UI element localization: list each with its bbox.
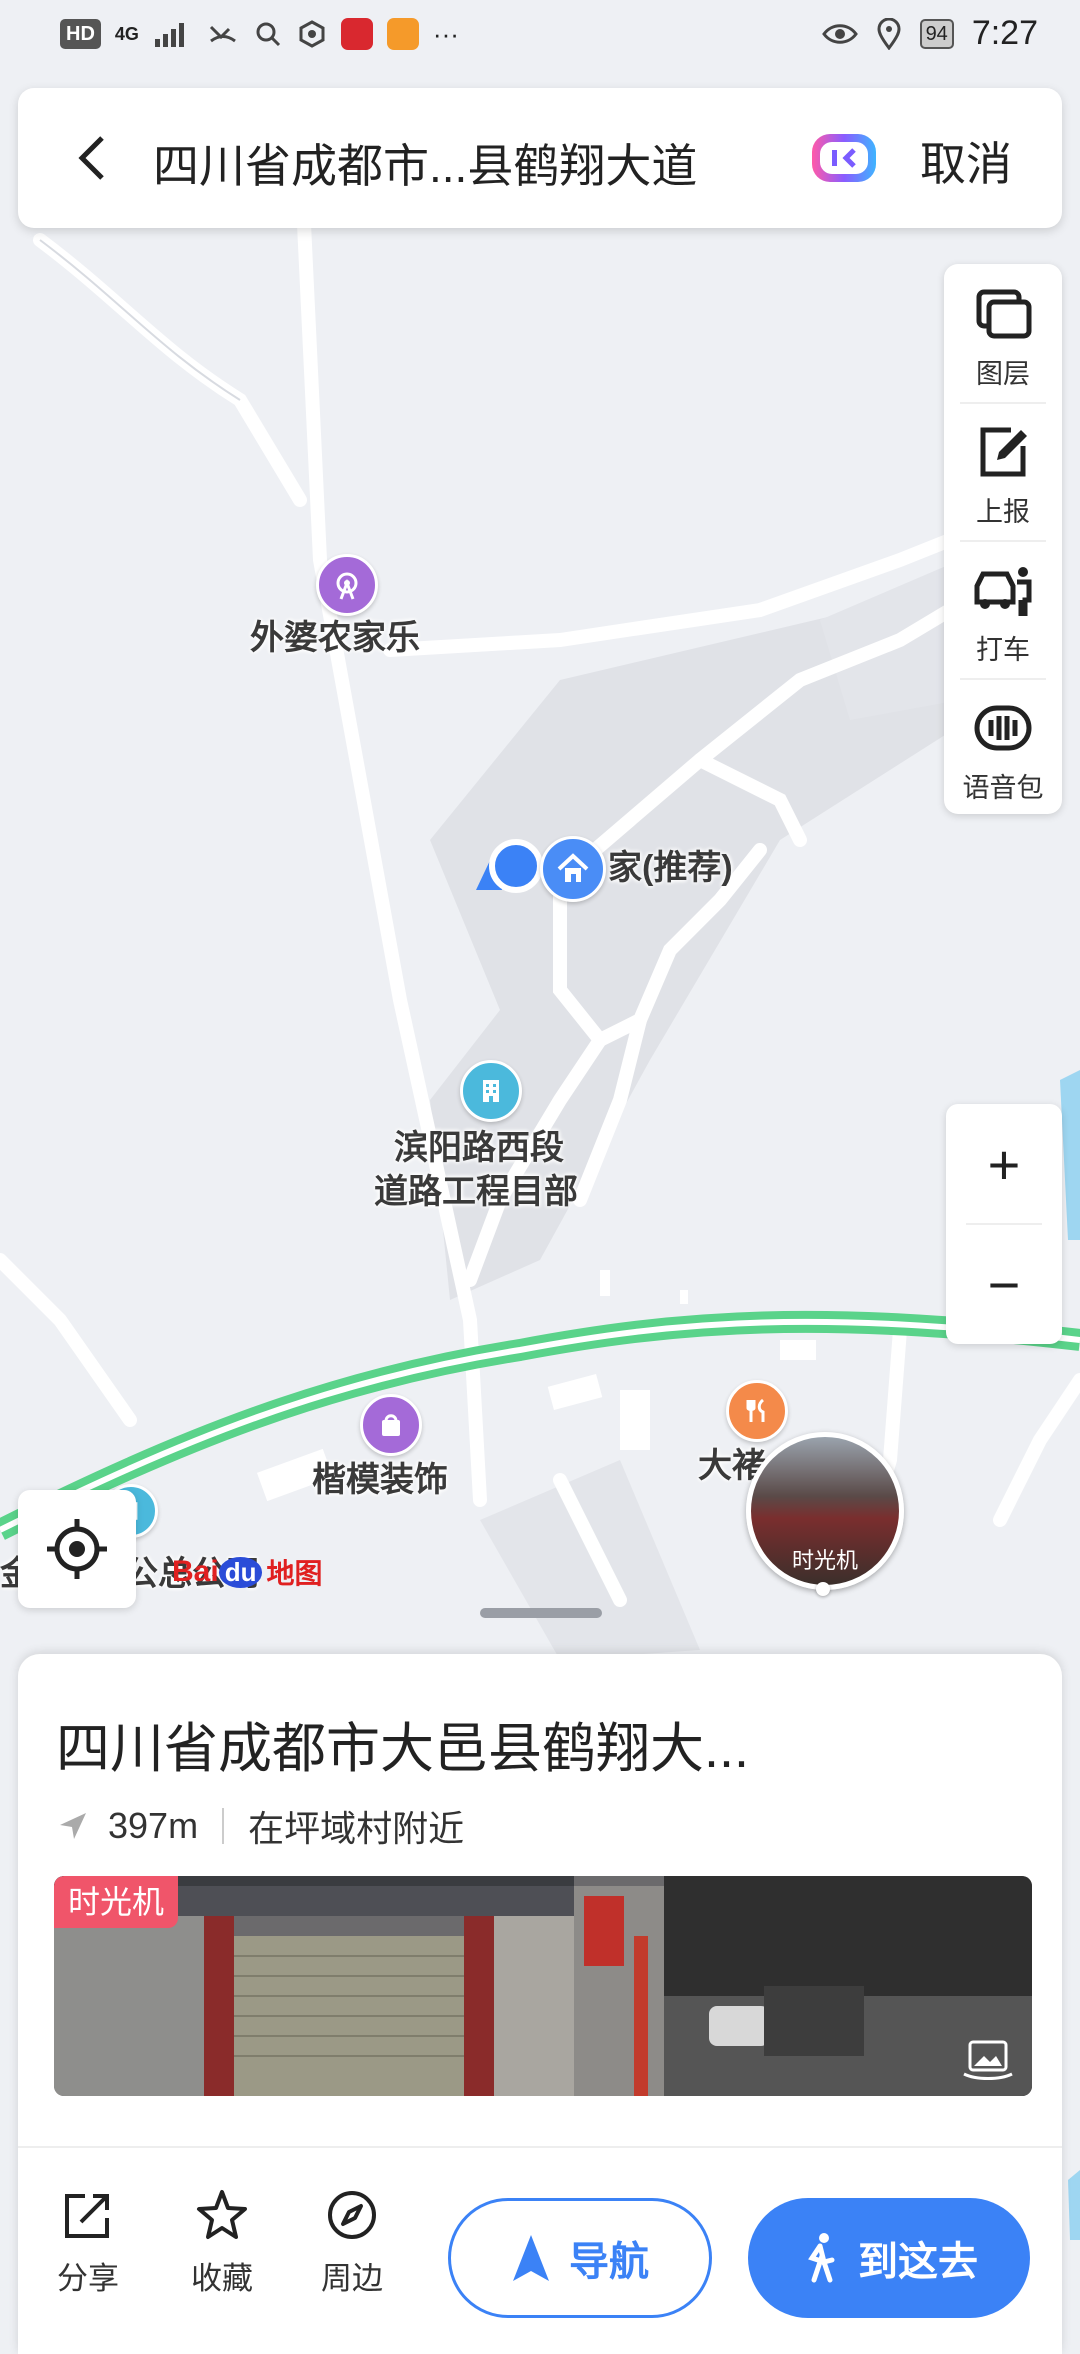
navigation-arrow-icon — [513, 2235, 549, 2281]
poi-marker-binyang[interactable] — [460, 1060, 522, 1122]
taxi-icon — [974, 567, 1032, 616]
map-tools-panel: 图层 上报 打车 语音包 — [944, 264, 1062, 814]
nearby-label: 周边 — [321, 2261, 383, 2296]
tool-layers-label: 图层 — [976, 359, 1030, 389]
gallery-icon[interactable] — [962, 2040, 1014, 2080]
battery-level: 94 — [925, 22, 948, 45]
chevron-left-icon[interactable] — [72, 132, 112, 184]
meta-divider — [222, 1808, 225, 1844]
zoom-in-button[interactable]: + — [946, 1104, 1062, 1224]
place-detail-sheet: 四川省成都市大邑县鹤翔大... 397m 在坪域村附近 时光机 分享 收藏 周边… — [18, 1654, 1062, 2354]
ferris-wheel-icon — [336, 572, 358, 600]
poi-marker-waipo[interactable] — [316, 554, 378, 616]
baidu-map-logo: Bai du 地图 — [172, 1552, 322, 1592]
action-bar: 分享 收藏 周边 导航 到这去 — [18, 2146, 1062, 2318]
locate-me-button[interactable] — [18, 1490, 136, 1608]
tool-taxi[interactable]: 打车 — [944, 540, 1062, 676]
poi-label-binyang-2[interactable]: 道路工程目部 — [374, 1170, 578, 1214]
place-nearby: 在坪域村附近 — [248, 1808, 465, 1849]
cancel-button[interactable]: 取消 — [920, 128, 1012, 194]
network-indicator: 4G — [114, 23, 139, 44]
search-bar: 四川省成都市...县鹤翔大道 取消 — [18, 88, 1062, 228]
status-bar: HD 4G ··· 94 7:27 — [0, 0, 1080, 72]
battery-indicator: 94 — [919, 18, 954, 49]
fork-knife-icon — [746, 1398, 765, 1422]
more-notifications: ··· — [432, 18, 459, 49]
search-title[interactable]: 四川省成都市...县鹤翔大道 — [153, 130, 697, 196]
time-machine-label: 时光机 — [791, 1548, 858, 1573]
report-edit-icon — [980, 427, 1027, 477]
signal-icon — [154, 23, 184, 47]
baidu-logo-bai: Bai — [172, 1555, 219, 1588]
current-location-icon — [476, 839, 543, 893]
layers-icon — [976, 289, 1032, 339]
baidu-logo-ditu: 地图 — [266, 1558, 323, 1589]
street-photo-image — [54, 1876, 1032, 2096]
go-here-label: 到这去 — [858, 2240, 978, 2284]
time-machine-pointer — [816, 1582, 830, 1596]
baidu-logo-paw: du — [218, 1556, 263, 1588]
search-icon — [256, 22, 280, 47]
walking-icon — [808, 2233, 835, 2283]
tool-taxi-label: 打车 — [976, 635, 1030, 665]
share-icon — [65, 2194, 109, 2238]
home-label[interactable]: 家(推荐) — [608, 846, 733, 890]
home-marker[interactable] — [540, 836, 606, 902]
place-distance: 397m — [108, 1805, 199, 1846]
tool-voice-pack[interactable]: 语音包 — [944, 678, 1062, 814]
street-photo[interactable]: 时光机 — [54, 1876, 1032, 2096]
zoom-out-button[interactable]: − — [946, 1224, 1062, 1344]
location-pin-icon — [877, 17, 901, 50]
star-icon — [197, 2190, 247, 2239]
tool-layers[interactable]: 图层 — [944, 264, 1062, 400]
sheet-drag-handle[interactable] — [480, 1608, 602, 1618]
nearby-button[interactable]: 周边 — [302, 2188, 402, 2298]
eye-icon — [821, 23, 858, 44]
time-machine-pin[interactable]: 时光机 — [746, 1432, 904, 1616]
assistant-icon[interactable] — [808, 128, 880, 188]
poi-label-kaimo[interactable]: 楷模装饰 — [312, 1458, 448, 1502]
tool-report[interactable]: 上报 — [944, 402, 1062, 538]
zoom-in-label: + — [987, 1132, 1021, 1196]
share-button[interactable]: 分享 — [38, 2188, 138, 2298]
navigate-button[interactable]: 导航 — [448, 2198, 712, 2318]
building-icon — [483, 1080, 499, 1102]
clock: 7:27 — [971, 14, 1038, 52]
zoom-control: + − — [946, 1104, 1062, 1344]
favorite-label: 收藏 — [191, 2261, 253, 2296]
hexagon-app-icon — [299, 20, 325, 48]
poi-marker-kaimo[interactable] — [360, 1394, 422, 1456]
shopping-bag-icon — [382, 1414, 400, 1436]
go-here-button[interactable]: 到这去 — [748, 2198, 1030, 2318]
time-machine-thumb: 时光机 — [746, 1432, 904, 1590]
time-machine-badge: 时光机 — [54, 1876, 179, 1928]
poi-label-waipo[interactable]: 外婆农家乐 — [250, 616, 420, 660]
hd-indicator: HD — [60, 19, 101, 49]
missed-call-icon — [209, 25, 236, 43]
home-icon — [557, 853, 589, 882]
direction-arrow-icon — [60, 1813, 86, 1839]
poi-label-binyang-1[interactable]: 滨阳路西段 — [394, 1126, 564, 1170]
favorite-button[interactable]: 收藏 — [172, 2188, 272, 2298]
compass-icon — [328, 2191, 376, 2239]
place-title: 四川省成都市大邑县鹤翔大... — [56, 1719, 750, 1779]
place-meta: 397m 在坪域村附近 — [56, 1800, 464, 1852]
zoom-out-label: − — [987, 1252, 1021, 1316]
tool-report-label: 上报 — [976, 497, 1030, 527]
video-app-icon — [386, 18, 419, 50]
crosshair-locate-icon — [47, 1519, 107, 1579]
mic-app-icon — [340, 18, 373, 50]
tool-voice-pack-label: 语音包 — [962, 773, 1044, 803]
voice-pack-icon — [974, 705, 1032, 751]
share-label: 分享 — [57, 2261, 119, 2296]
navigate-label: 导航 — [569, 2240, 649, 2284]
